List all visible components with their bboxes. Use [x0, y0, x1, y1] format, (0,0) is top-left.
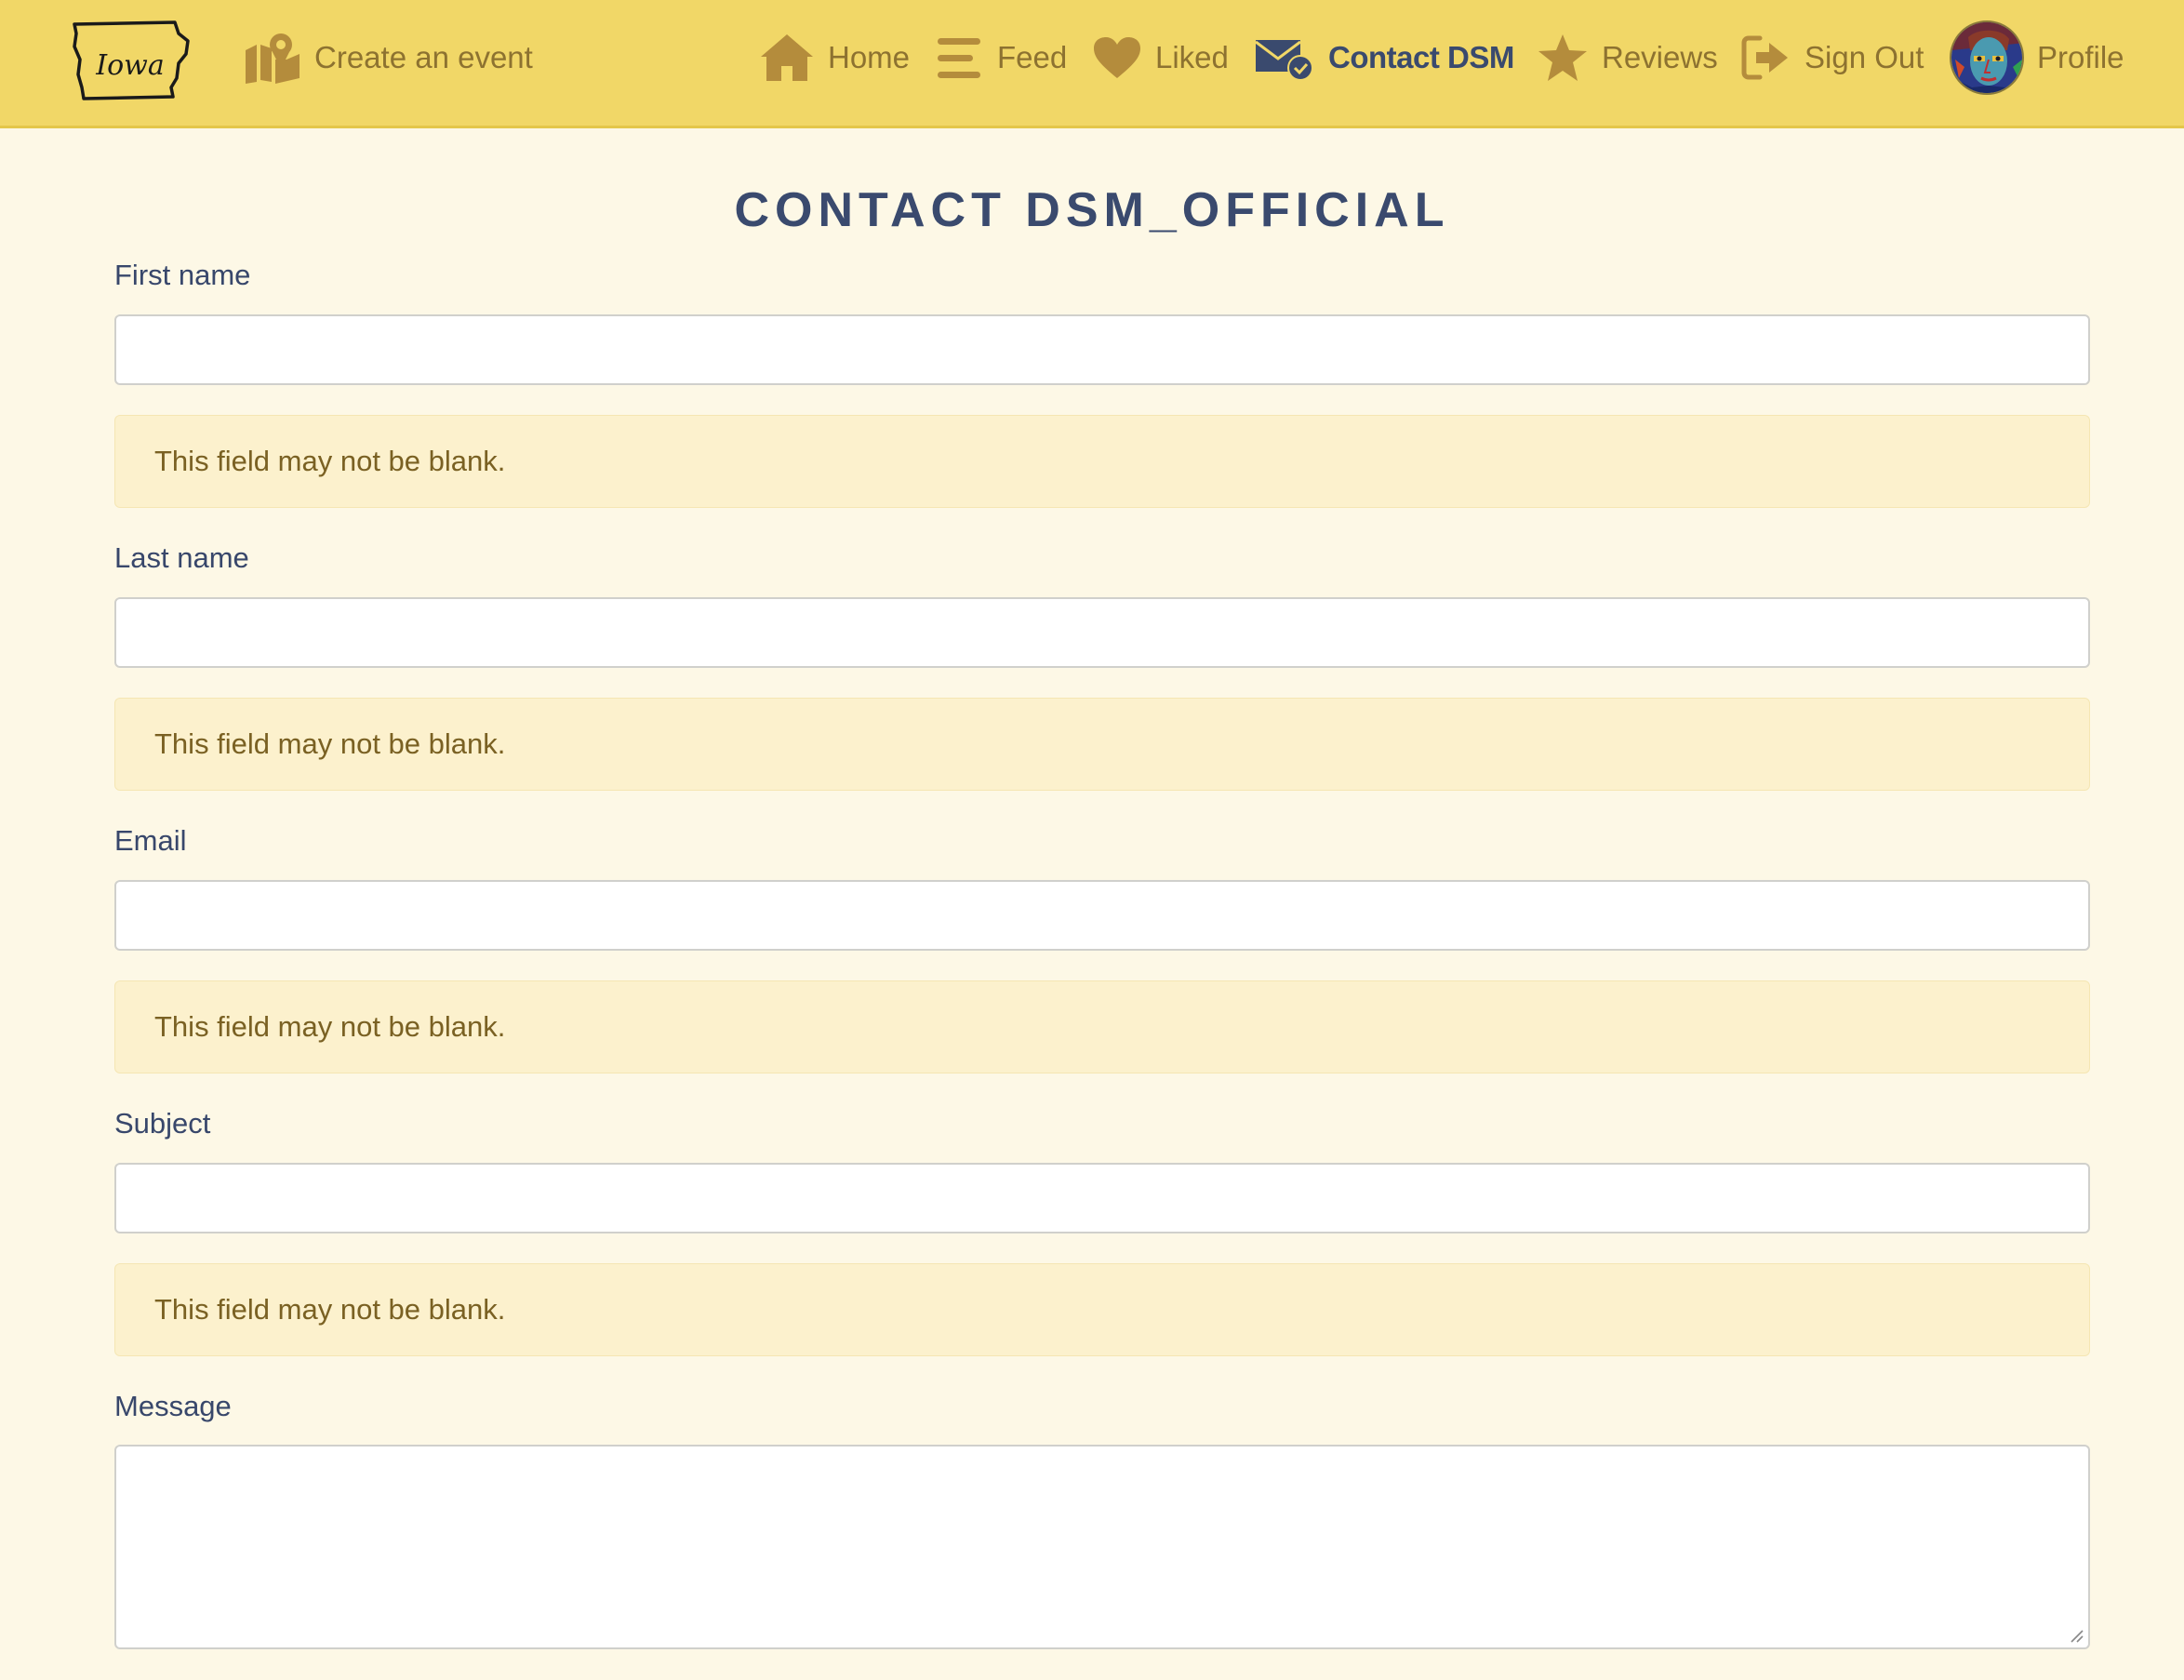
subject-label: Subject	[114, 1107, 211, 1140]
map-pin-icon	[246, 33, 300, 84]
nav-create-event[interactable]: Create an event	[244, 0, 533, 115]
nav-contact-dsm-label: Contact DSM	[1328, 40, 1514, 74]
first-name-input[interactable]	[114, 314, 2090, 385]
message-textarea[interactable]	[114, 1445, 2090, 1649]
subject-input[interactable]	[114, 1163, 2090, 1233]
logo-text: Iowa	[95, 49, 164, 82]
first-name-label: First name	[114, 259, 251, 291]
page-title: CONTACT DSM_OFFICIAL	[734, 183, 1450, 237]
nav-reviews[interactable]: Reviews	[1537, 0, 1718, 115]
email-error: This field may not be blank.	[114, 980, 2090, 1073]
last-name-error: This field may not be blank.	[114, 698, 2090, 791]
home-icon	[761, 34, 813, 81]
iowa-logo[interactable]: Iowa	[71, 20, 192, 100]
nav-liked[interactable]: Liked	[1092, 0, 1229, 115]
navbar: Iowa Create an event Home Feed Liked Con…	[0, 0, 2184, 128]
heart-icon	[1094, 37, 1140, 78]
nav-sign-out-label: Sign Out	[1804, 40, 1924, 74]
nav-profile-label: Profile	[2037, 40, 2124, 74]
sign-out-icon	[1741, 35, 1788, 80]
envelope-check-icon	[1255, 40, 1313, 81]
email-label: Email	[114, 824, 187, 857]
nav-liked-label: Liked	[1155, 40, 1229, 74]
avatar-portrait-icon	[1951, 22, 2022, 93]
avatar	[1950, 20, 2024, 95]
nav-contact-dsm[interactable]: Contact DSM	[1254, 0, 1514, 115]
nav-reviews-label: Reviews	[1602, 40, 1718, 74]
first-name-error: This field may not be blank.	[114, 415, 2090, 508]
last-name-label: Last name	[114, 541, 249, 574]
email-input[interactable]	[114, 880, 2090, 951]
nav-feed[interactable]: Feed	[936, 0, 1067, 115]
subject-error: This field may not be blank.	[114, 1263, 2090, 1356]
last-name-input[interactable]	[114, 597, 2090, 668]
resize-handle-icon[interactable]	[2068, 1627, 2084, 1644]
nav-home[interactable]: Home	[759, 0, 910, 115]
nav-create-event-label: Create an event	[314, 40, 533, 74]
message-label: Message	[114, 1390, 232, 1422]
star-icon	[1538, 34, 1587, 81]
bars-icon	[938, 38, 980, 78]
nav-profile[interactable]: Profile	[1950, 0, 2124, 115]
nav-home-label: Home	[828, 40, 911, 74]
iowa-state-outline-icon: Iowa	[73, 20, 190, 100]
nav-feed-label: Feed	[997, 40, 1068, 74]
nav-sign-out[interactable]: Sign Out	[1741, 0, 1924, 115]
